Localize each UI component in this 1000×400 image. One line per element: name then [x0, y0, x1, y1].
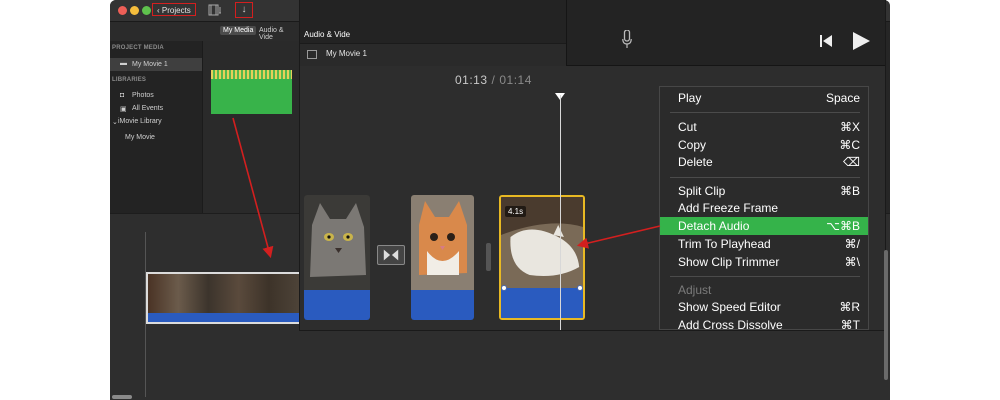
annotation-arrows: [232, 117, 661, 259]
annotation-arrow: [576, 225, 661, 249]
annotation-arrow: [232, 117, 274, 259]
